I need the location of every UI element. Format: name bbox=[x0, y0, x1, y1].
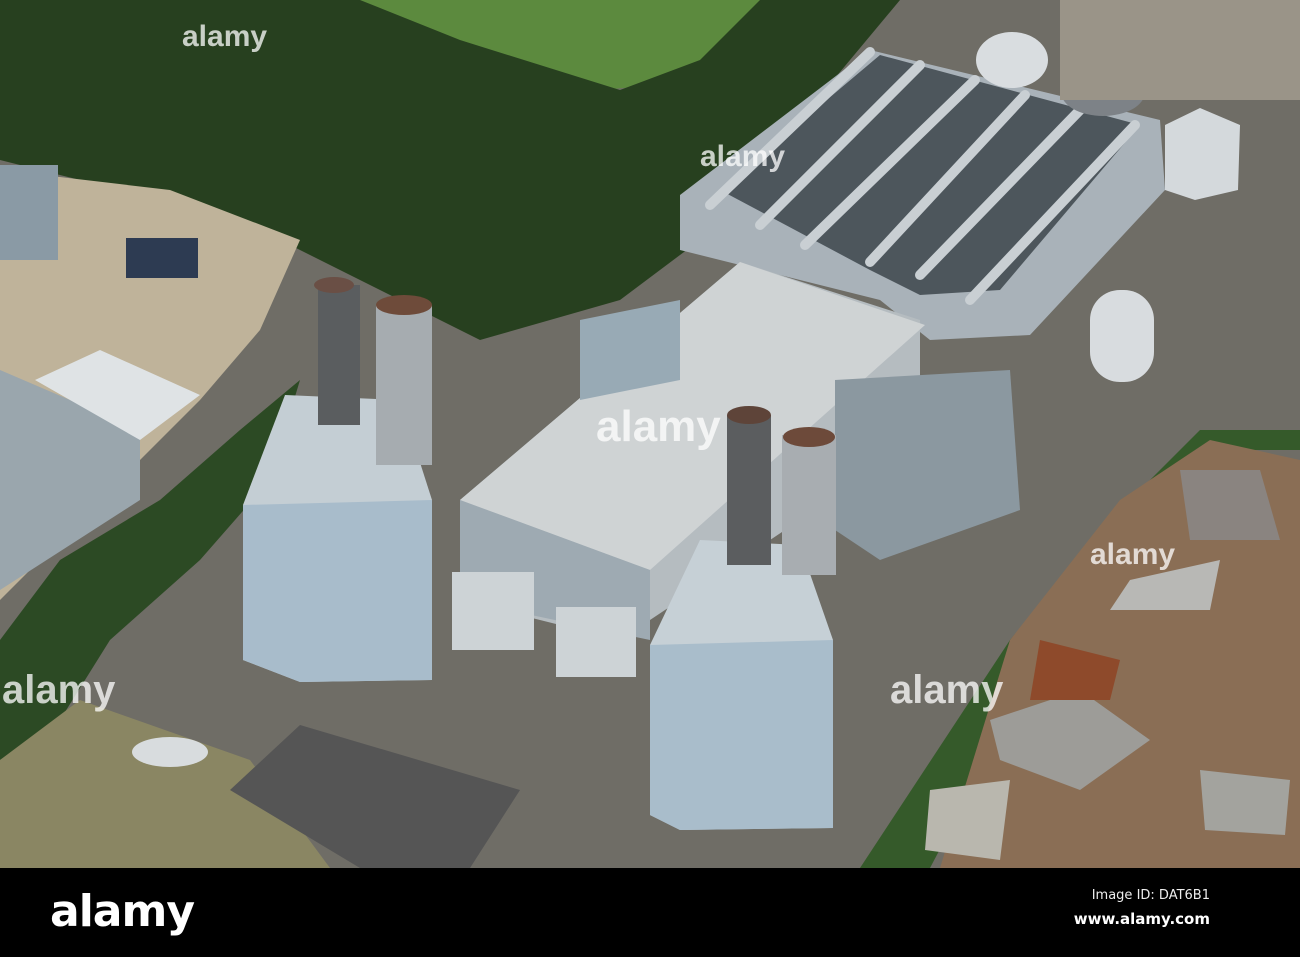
watermark: alamy bbox=[700, 140, 786, 173]
alamy-logo: alamy bbox=[50, 886, 195, 937]
watermark: alamy bbox=[1090, 538, 1176, 571]
site-url: www.alamy.com bbox=[1073, 910, 1210, 928]
footer-bar: alamy Image ID: DAT6B1 www.alamy.com bbox=[0, 868, 1300, 957]
watermark: alamy bbox=[890, 668, 1004, 712]
watermark: alamy bbox=[182, 20, 268, 53]
watermark: alamy bbox=[596, 402, 721, 451]
image-id: Image ID: DAT6B1 bbox=[1091, 888, 1210, 903]
watermark: alamy bbox=[2, 668, 116, 712]
